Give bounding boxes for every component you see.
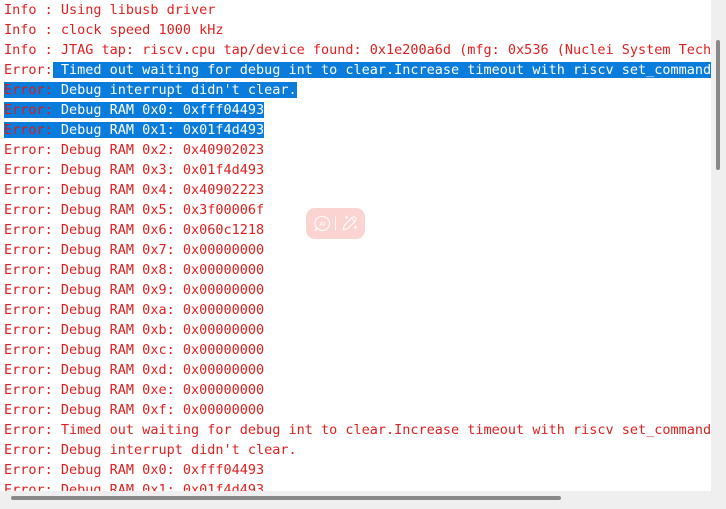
log-line[interactable]: Error: Debug RAM 0xc: 0x00000000 <box>0 340 711 360</box>
log-line-severity: Error: <box>4 262 53 278</box>
log-line-severity: Error: <box>4 482 53 491</box>
log-line-message: Debug RAM 0xc: 0x00000000 <box>52 342 265 358</box>
log-line-severity: Error: <box>4 122 53 138</box>
log-line[interactable]: Error: Timed out waiting for debug int t… <box>0 60 711 80</box>
ai-chat-button[interactable]: AI <box>309 211 335 237</box>
log-line[interactable]: Error: Debug RAM 0x9: 0x00000000 <box>0 280 711 300</box>
log-line-message: Debug RAM 0x5: 0x3f00006f <box>52 202 265 218</box>
log-line[interactable]: Error: Debug RAM 0x0: 0xfff04493 <box>0 100 711 120</box>
log-line[interactable]: Error: Debug RAM 0xf: 0x00000000 <box>0 400 711 420</box>
log-line-message: Timed out waiting for debug int to clear… <box>52 62 711 78</box>
log-line-severity: Error: <box>4 202 53 218</box>
log-line[interactable]: Error: Debug RAM 0xd: 0x00000000 <box>0 360 711 380</box>
log-line-severity: Error: <box>4 242 53 258</box>
log-line-message: Debug RAM 0x1: 0x01f4d493 <box>52 482 265 491</box>
log-line-message: Debug RAM 0x6: 0x060c1218 <box>52 222 265 238</box>
log-line[interactable]: Error: Debug interrupt didn't clear. <box>0 440 711 460</box>
log-line-severity: Error: <box>4 422 53 438</box>
log-line-severity: Error: <box>4 102 53 118</box>
log-line-message: Debug interrupt didn't clear. <box>52 82 297 98</box>
log-line[interactable]: Error: Debug RAM 0x8: 0x00000000 <box>0 260 711 280</box>
log-line-severity: Error: <box>4 222 53 238</box>
log-line-severity: Error: <box>4 302 53 318</box>
log-line-message: Debug RAM 0xe: 0x00000000 <box>52 382 265 398</box>
log-line[interactable]: Error: Debug interrupt didn't clear. <box>0 80 711 100</box>
log-line-severity: Error: <box>4 322 53 338</box>
log-line-severity: Info : <box>4 22 53 38</box>
log-line[interactable]: Info : JTAG tap: riscv.cpu tap/device fo… <box>0 40 711 60</box>
log-line[interactable]: Error: Debug RAM 0x1: 0x01f4d493 <box>0 480 711 491</box>
log-line-severity: Error: <box>4 362 53 378</box>
ai-edit-button[interactable] <box>336 211 362 237</box>
log-line-message: Debug RAM 0x4: 0x40902223 <box>52 182 265 198</box>
log-line-severity: Error: <box>4 142 53 158</box>
log-line-message: Debug RAM 0x0: 0xfff04493 <box>52 462 265 478</box>
log-line-message: Debug RAM 0xd: 0x00000000 <box>52 362 265 378</box>
log-line[interactable]: Info : Using libusb driver <box>0 0 711 20</box>
log-line-message: Debug RAM 0xb: 0x00000000 <box>52 322 265 338</box>
horizontal-scrollbar-thumb[interactable] <box>11 496 561 500</box>
log-line-message: Debug RAM 0x1: 0x01f4d493 <box>52 122 265 138</box>
log-line-severity: Error: <box>4 382 53 398</box>
log-line-severity: Error: <box>4 462 53 478</box>
log-line-message: Debug RAM 0x9: 0x00000000 <box>52 282 265 298</box>
log-line-message: Timed out waiting for debug int to clear… <box>60 422 711 438</box>
log-line-message: Debug interrupt didn't clear. <box>52 442 297 458</box>
log-line-message: Debug RAM 0xa: 0x00000000 <box>52 302 265 318</box>
log-output-view[interactable]: Info : Using libusb driver Info : clock s… <box>0 0 711 491</box>
log-line[interactable]: Info : clock speed 1000 kHz <box>0 20 711 40</box>
log-line[interactable]: Error: Debug RAM 0xe: 0x00000000 <box>0 380 711 400</box>
ai-chat-bubble-icon: AI <box>313 214 332 233</box>
log-line[interactable]: Error: Debug RAM 0x3: 0x01f4d493 <box>0 160 711 180</box>
floating-ai-toolbar[interactable]: AI <box>306 208 365 239</box>
log-line-message: JTAG tap: riscv.cpu tap/device found: 0x… <box>60 42 711 58</box>
log-line-severity: Error: <box>4 442 53 458</box>
log-line[interactable]: Error: Debug RAM 0x2: 0x40902023 <box>0 140 711 160</box>
log-line-severity: Error: <box>4 342 53 358</box>
log-line-severity: Info : <box>4 2 53 18</box>
log-line-message: Using libusb driver <box>52 2 216 18</box>
log-line-severity: Error: <box>4 402 53 418</box>
log-line[interactable]: Error: Debug RAM 0x0: 0xfff04493 <box>0 460 711 480</box>
log-line-message: Debug RAM 0x2: 0x40902023 <box>52 142 265 158</box>
console-panel: Info : Using libusb driver Info : clock s… <box>0 0 726 509</box>
vertical-scrollbar-thumb[interactable] <box>716 40 720 170</box>
log-line-severity: Error: <box>4 82 53 98</box>
log-line-message: Debug RAM 0x8: 0x00000000 <box>52 262 265 278</box>
log-line[interactable]: Error: Debug RAM 0xa: 0x00000000 <box>0 300 711 320</box>
log-line-severity: Error: <box>4 162 53 178</box>
log-line-message: Debug RAM 0x7: 0x00000000 <box>52 242 265 258</box>
log-line-message: clock speed 1000 kHz <box>52 22 224 38</box>
log-line-message: Debug RAM 0x0: 0xfff04493 <box>52 102 265 118</box>
log-line-severity: Error: <box>4 282 53 298</box>
log-line-severity: Error: <box>4 62 53 78</box>
log-line-severity: Error: <box>4 182 53 198</box>
vertical-scrollbar[interactable] <box>711 0 726 491</box>
log-line[interactable]: Error: Debug RAM 0xb: 0x00000000 <box>0 320 711 340</box>
svg-text:AI: AI <box>319 221 325 228</box>
log-line[interactable]: Error: Timed out waiting for debug int t… <box>0 420 711 440</box>
log-line[interactable]: Error: Debug RAM 0x7: 0x00000000 <box>0 240 711 260</box>
magic-pen-sparkle-icon <box>340 214 359 233</box>
log-line-message: Debug RAM 0xf: 0x00000000 <box>52 402 265 418</box>
log-line[interactable]: Error: Debug RAM 0x1: 0x01f4d493 <box>0 120 711 140</box>
log-line-severity: Info : <box>4 42 53 58</box>
horizontal-scrollbar[interactable] <box>0 491 726 509</box>
log-line[interactable]: Error: Debug RAM 0x4: 0x40902223 <box>0 180 711 200</box>
log-line-list: Info : Using libusb driver Info : clock s… <box>0 0 711 491</box>
log-line-message: Debug RAM 0x3: 0x01f4d493 <box>52 162 265 178</box>
